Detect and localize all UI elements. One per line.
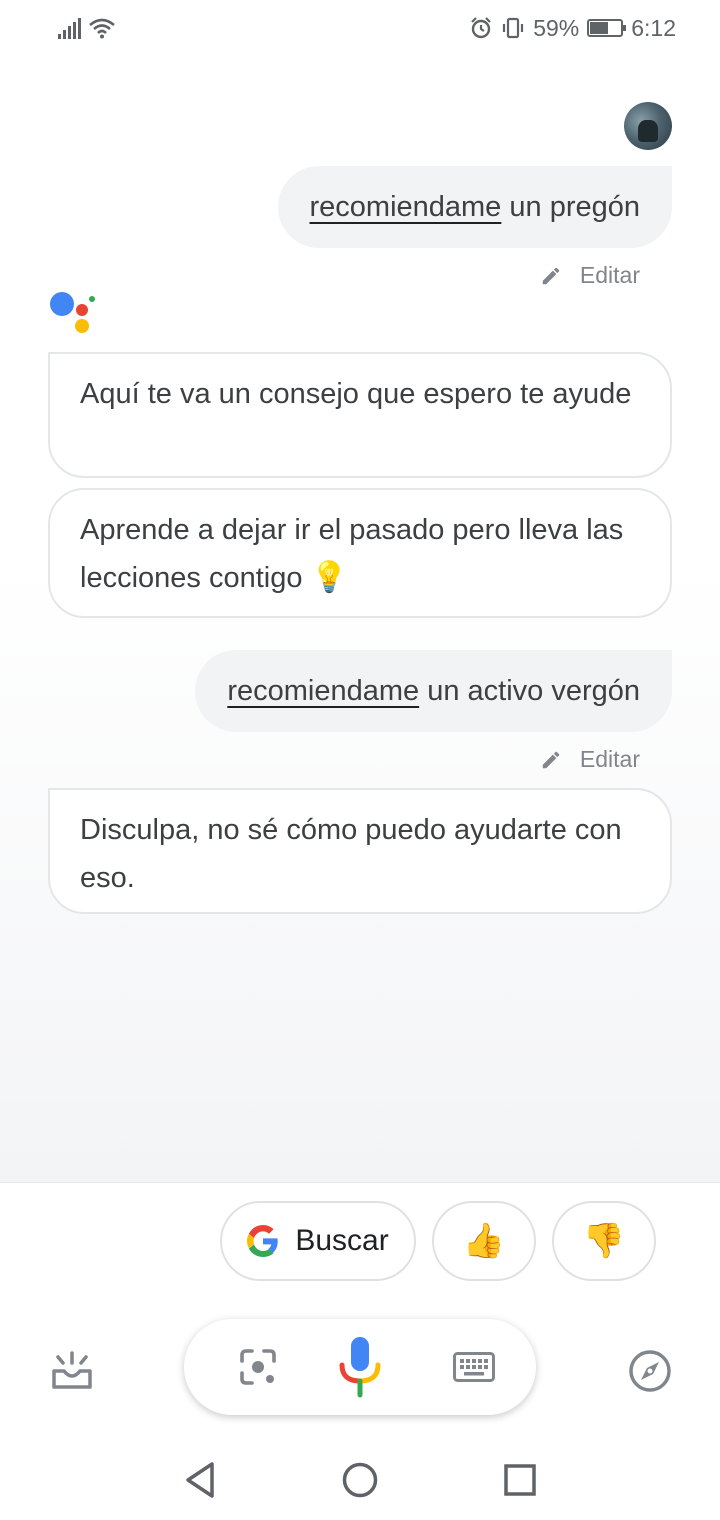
snapshot-icon bbox=[52, 1351, 92, 1389]
lens-button[interactable] bbox=[230, 1339, 286, 1395]
lens-icon bbox=[240, 1349, 276, 1385]
assistant-logo-icon bbox=[50, 292, 95, 333]
recents-icon bbox=[504, 1464, 536, 1496]
thumbs-down-chip[interactable]: 👎 bbox=[552, 1201, 656, 1281]
assistant-message-text: Aprende a dejar ir el pasado pero lleva … bbox=[80, 514, 624, 594]
thumbs-down-icon: 👎 bbox=[582, 1222, 626, 1260]
back-icon bbox=[186, 1462, 214, 1498]
search-chip[interactable]: Buscar bbox=[220, 1201, 416, 1281]
compass-icon bbox=[629, 1350, 671, 1392]
user-message-underlined: recomiendame bbox=[309, 190, 502, 223]
battery-icon bbox=[587, 19, 627, 37]
user-avatar[interactable] bbox=[624, 102, 672, 150]
mic-button[interactable] bbox=[330, 1331, 390, 1403]
edit-button[interactable]: Editar bbox=[540, 262, 640, 289]
wifi-icon bbox=[89, 18, 115, 39]
status-right: 59% 6:12 bbox=[469, 15, 676, 42]
edit-icon bbox=[542, 751, 560, 768]
signal-icon bbox=[58, 17, 81, 39]
assistant-message-bubble: Aquí te va un consejo que espero te ayud… bbox=[48, 352, 672, 478]
keyboard-button[interactable] bbox=[446, 1339, 502, 1395]
user-message-text: un activo vergón bbox=[419, 674, 640, 707]
keyboard-icon bbox=[453, 1352, 495, 1382]
assistant-message-bubble: Disculpa, no sé cómo puedo ayudarte con … bbox=[48, 788, 672, 914]
home-button[interactable] bbox=[338, 1458, 382, 1502]
lightbulb-icon: 💡 bbox=[310, 561, 348, 594]
user-message-bubble[interactable]: recomiendame un activo vergón bbox=[195, 650, 672, 732]
system-nav-bar bbox=[0, 1440, 720, 1520]
google-g-icon bbox=[247, 1225, 279, 1257]
assistant-message-bubble: Aprende a dejar ir el pasado pero lleva … bbox=[48, 488, 672, 618]
user-message-bubble[interactable]: recomiendame un pregón bbox=[277, 166, 672, 248]
edit-label: Editar bbox=[579, 746, 640, 772]
alarm-icon bbox=[471, 17, 491, 39]
back-button[interactable] bbox=[178, 1458, 222, 1502]
assistant-message-text: Disculpa, no sé cómo puedo ayudarte con … bbox=[80, 814, 622, 894]
thumbs-up-icon: 👍 bbox=[462, 1222, 506, 1260]
battery-percent: 59% bbox=[533, 14, 580, 41]
edit-label: Editar bbox=[579, 262, 640, 288]
status-left bbox=[58, 17, 115, 39]
mic-icon bbox=[339, 1337, 381, 1398]
recents-button[interactable] bbox=[498, 1458, 542, 1502]
snapshot-button[interactable] bbox=[44, 1343, 100, 1399]
explore-button[interactable] bbox=[622, 1343, 678, 1399]
input-pill bbox=[184, 1319, 536, 1415]
conversation-area[interactable]: recomiendame un pregón Editar Aquí te va… bbox=[0, 56, 720, 1182]
user-message-text: un pregón bbox=[501, 190, 640, 223]
assistant-message-text: Aquí te va un consejo que espero te ayud… bbox=[80, 378, 632, 410]
clock: 6:12 bbox=[631, 14, 676, 41]
home-icon bbox=[342, 1462, 378, 1498]
edit-icon bbox=[542, 267, 560, 284]
search-chip-label: Buscar bbox=[295, 1224, 389, 1257]
status-bar: 59% 6:12 bbox=[0, 0, 720, 56]
vibrate-icon bbox=[503, 17, 524, 39]
thumbs-up-chip[interactable]: 👍 bbox=[432, 1201, 536, 1281]
user-message-underlined: recomiendame bbox=[227, 674, 420, 707]
edit-button[interactable]: Editar bbox=[540, 746, 640, 773]
